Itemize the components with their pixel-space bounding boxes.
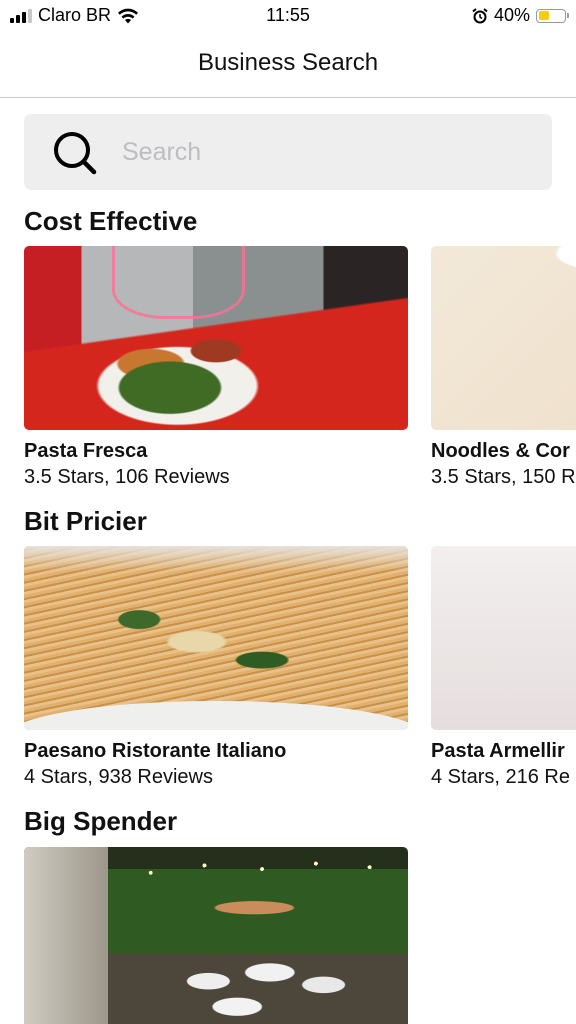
status-bar: Claro BR 11:55 40%	[0, 0, 576, 32]
business-photo	[24, 246, 408, 430]
business-card-pasta-fresca[interactable]: Pasta Fresca 3.5 Stars, 106 Reviews	[24, 246, 408, 489]
carousel-bit-pricier[interactable]: Paesano Ristorante Italiano 4 Stars, 938…	[0, 546, 576, 796]
search-icon	[54, 132, 97, 175]
business-photo	[431, 546, 576, 730]
carousel-cost-effective[interactable]: Pasta Fresca 3.5 Stars, 106 Reviews Nood…	[0, 246, 576, 496]
search-bar[interactable]	[24, 114, 552, 190]
alarm-clock-icon	[472, 7, 488, 23]
business-name: Pasta Armellir	[431, 740, 565, 762]
business-card-pasta-armellino[interactable]: Pasta Armellir 4 Stars, 216 Re	[431, 546, 576, 789]
search-input[interactable]	[122, 132, 532, 172]
business-name: Pasta Fresca	[24, 440, 148, 462]
business-card-paesano[interactable]: Paesano Ristorante Italiano 4 Stars, 938…	[24, 546, 408, 789]
battery-icon	[536, 8, 569, 23]
page-title: Business Search	[197, 49, 379, 76]
business-rating-reviews: 3.5 Stars, 106 Reviews	[24, 466, 230, 488]
business-photo	[24, 546, 408, 730]
battery-fill	[538, 11, 549, 20]
status-right: 40%	[472, 5, 569, 26]
business-rating-reviews: 3.5 Stars, 150 R	[431, 466, 576, 488]
business-card-noodles[interactable]: Noodles & Cor 3.5 Stars, 150 R	[431, 246, 576, 489]
business-photo	[24, 847, 408, 1024]
section-title-bit-pricier: Bit Pricier	[24, 506, 147, 536]
section-title-cost-effective: Cost Effective	[24, 206, 198, 236]
business-rating-reviews: 4 Stars, 938 Reviews	[24, 766, 213, 788]
battery-percentage: 40%	[493, 5, 530, 25]
business-photo	[431, 246, 576, 430]
business-card-big-spender[interactable]	[24, 847, 408, 1024]
business-name: Paesano Ristorante Italiano	[24, 740, 287, 762]
business-name: Noodles & Cor	[431, 440, 570, 462]
carousel-big-spender[interactable]	[0, 847, 576, 1024]
business-rating-reviews: 4 Stars, 216 Re	[431, 766, 570, 788]
navigation-bar: Business Search	[0, 32, 576, 98]
section-title-big-spender: Big Spender	[24, 806, 178, 836]
app-screen: Claro BR 11:55 40% Business Search Searc…	[0, 0, 576, 1024]
